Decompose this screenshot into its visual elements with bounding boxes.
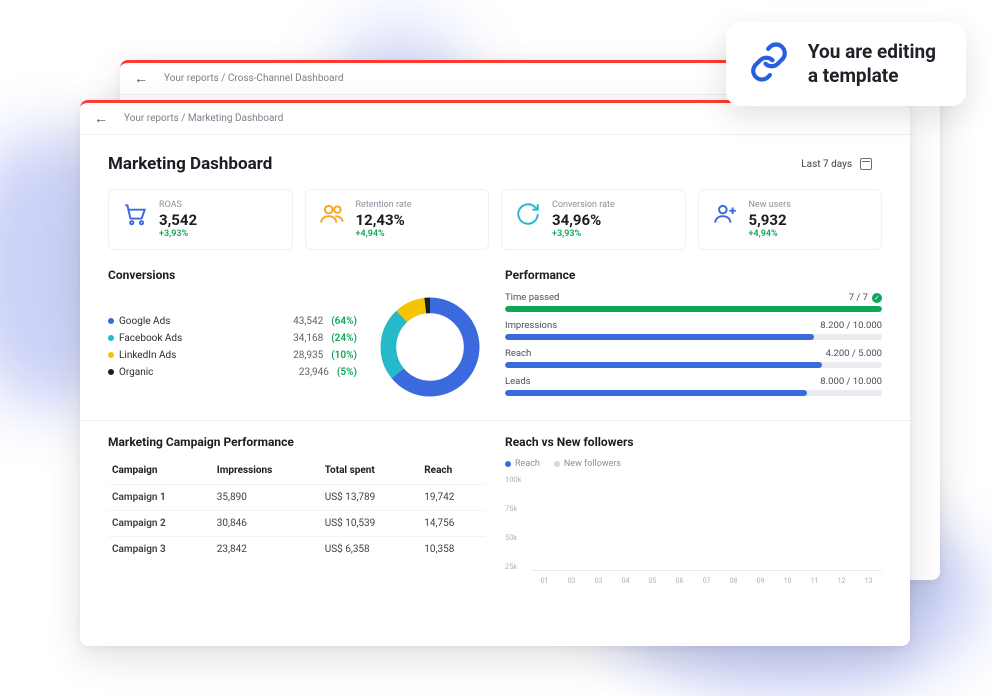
- editing-template-toast: You are editing a template: [726, 22, 966, 106]
- conversions-donut: [375, 292, 485, 402]
- perf-item: Reach 4.200 / 5.000: [505, 348, 882, 368]
- legend-item[interactable]: Reach: [505, 459, 540, 469]
- conv-pct: (10%): [331, 350, 357, 361]
- progress-bar: [505, 334, 882, 340]
- progress-bar: [505, 362, 882, 368]
- perf-value: 8.200 / 10.000: [820, 320, 882, 331]
- table-row[interactable]: Campaign 323,842US$ 6,35810,358: [108, 536, 485, 562]
- dot-icon: [108, 352, 114, 358]
- conv-value: 43,542: [293, 316, 323, 327]
- perf-label: Reach: [505, 348, 531, 359]
- progress-bar: [505, 390, 882, 396]
- campaign-table: CampaignImpressionsTotal spentReach Camp…: [108, 459, 485, 562]
- dot-icon: [554, 461, 560, 467]
- perf-item: Impressions 8.200 / 10.000: [505, 320, 882, 340]
- conv-name: Google Ads: [119, 316, 199, 327]
- conv-name: Organic: [119, 367, 199, 378]
- conv-pct: (5%): [337, 367, 357, 378]
- chart-legend: Reach New followers: [505, 459, 882, 469]
- perf-label: Impressions: [505, 320, 557, 331]
- divider: [80, 420, 910, 421]
- panel-performance: Performance Time passed 7 / 7 Impressions…: [505, 268, 882, 404]
- kpi-card-cart[interactable]: ROAS 3,542 +3,93%: [108, 189, 293, 250]
- breadcrumb-back[interactable]: Your reports / Cross-Channel Dashboard: [164, 73, 344, 84]
- window-marketing-dashboard: ← Your reports / Marketing Dashboard Mar…: [80, 100, 910, 646]
- campaign-table-title: Marketing Campaign Performance: [108, 435, 485, 449]
- kpi-value: 12,43%: [356, 212, 477, 229]
- conversions-title: Conversions: [108, 268, 485, 282]
- panel-conversions: Conversions Google Ads 43,542 (64%) Face…: [108, 268, 485, 404]
- calendar-icon: [860, 158, 872, 170]
- cart-icon: [121, 200, 149, 228]
- kpi-value: 5,932: [749, 212, 870, 229]
- perf-item: Leads 8.000 / 10.000: [505, 376, 882, 396]
- dot-icon: [108, 335, 114, 341]
- performance-title: Performance: [505, 268, 882, 282]
- conversion-item[interactable]: Google Ads 43,542 (64%): [108, 313, 357, 330]
- breadcrumb[interactable]: Your reports / Marketing Dashboard: [124, 113, 283, 124]
- kpi-row: ROAS 3,542 +3,93% Retention rate 12,43% …: [108, 189, 882, 250]
- table-row[interactable]: Campaign 135,890US$ 13,78919,742: [108, 484, 485, 510]
- dot-icon: [505, 461, 511, 467]
- kpi-delta: +3,93%: [552, 229, 673, 239]
- date-range-picker[interactable]: Last 7 days: [791, 153, 882, 175]
- page-title: Marketing Dashboard: [108, 154, 272, 174]
- kpi-label: ROAS: [159, 200, 280, 210]
- topbar: ← Your reports / Marketing Dashboard: [80, 103, 910, 135]
- refresh-icon: [514, 200, 542, 228]
- panel-campaign-table: Marketing Campaign Performance CampaignI…: [108, 435, 485, 585]
- conv-value: 23,946: [299, 367, 329, 378]
- kpi-card-users[interactable]: Retention rate 12,43% +4,94%: [305, 189, 490, 250]
- col-header[interactable]: Campaign: [108, 459, 213, 485]
- table-row[interactable]: Campaign 230,846US$ 10,53914,756: [108, 510, 485, 536]
- back-arrow-icon[interactable]: ←: [94, 110, 108, 127]
- kpi-delta: +3,93%: [159, 229, 280, 239]
- kpi-delta: +4,94%: [749, 229, 870, 239]
- perf-label: Time passed: [505, 292, 559, 303]
- panel-reach-chart: Reach vs New followers Reach New follower…: [505, 435, 882, 585]
- kpi-label: New users: [749, 200, 870, 210]
- legend-item[interactable]: New followers: [554, 459, 621, 469]
- chart-area: 100k75k50k25k 01020304050607080910111213: [505, 475, 882, 585]
- conv-value: 28,935: [293, 350, 323, 361]
- conversion-item[interactable]: LinkedIn Ads 28,935 (10%): [108, 347, 357, 364]
- dot-icon: [108, 369, 114, 375]
- conversion-item[interactable]: Organic 23,946 (5%): [108, 364, 357, 381]
- chart-title: Reach vs New followers: [505, 435, 882, 449]
- perf-item: Time passed 7 / 7: [505, 292, 882, 312]
- col-header[interactable]: Reach: [420, 459, 485, 485]
- progress-bar: [505, 306, 882, 312]
- kpi-value: 34,96%: [552, 212, 673, 229]
- perf-value: 7 / 7: [849, 292, 882, 303]
- conv-pct: (24%): [331, 333, 357, 344]
- kpi-label: Conversion rate: [552, 200, 673, 210]
- kpi-label: Retention rate: [356, 200, 477, 210]
- conv-name: Facebook Ads: [119, 333, 199, 344]
- kpi-card-user-plus[interactable]: New users 5,932 +4,94%: [698, 189, 883, 250]
- conversion-item[interactable]: Facebook Ads 34,168 (24%): [108, 330, 357, 347]
- conv-value: 34,168: [293, 333, 323, 344]
- toast-text: You are editing a template: [808, 40, 936, 88]
- conversions-list: Google Ads 43,542 (64%) Facebook Ads 34,…: [108, 313, 357, 381]
- perf-value: 8.000 / 10.000: [820, 376, 882, 387]
- link-icon: [748, 41, 790, 87]
- kpi-card-refresh[interactable]: Conversion rate 34,96% +3,93%: [501, 189, 686, 250]
- perf-label: Leads: [505, 376, 531, 387]
- back-arrow-icon[interactable]: ←: [134, 70, 148, 87]
- users-icon: [318, 200, 346, 228]
- conv-pct: (64%): [331, 316, 357, 327]
- perf-value: 4.200 / 5.000: [826, 348, 882, 359]
- kpi-delta: +4,94%: [356, 229, 477, 239]
- col-header[interactable]: Impressions: [213, 459, 321, 485]
- user-plus-icon: [711, 200, 739, 228]
- conv-name: LinkedIn Ads: [119, 350, 199, 361]
- col-header[interactable]: Total spent: [321, 459, 421, 485]
- date-range-label: Last 7 days: [801, 159, 852, 170]
- dot-icon: [108, 318, 114, 324]
- kpi-value: 3,542: [159, 212, 280, 229]
